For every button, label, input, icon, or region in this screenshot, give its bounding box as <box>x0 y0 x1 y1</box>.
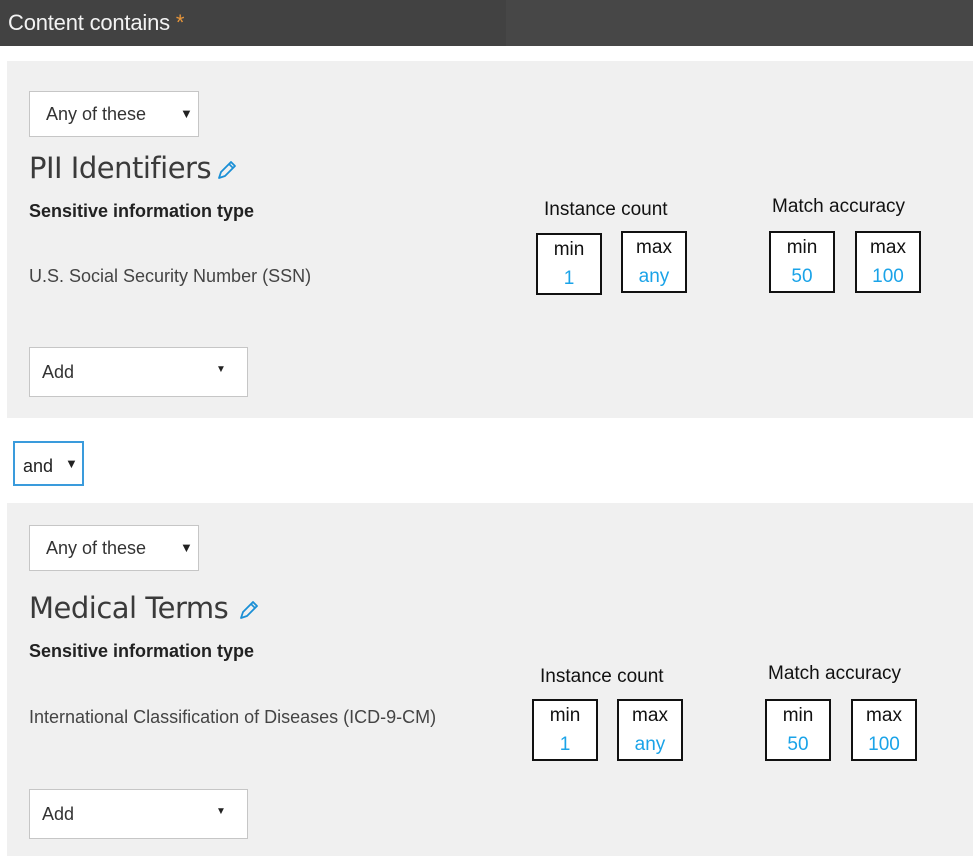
add-label: Add <box>42 362 75 382</box>
max-label: max <box>866 705 902 726</box>
max-label: max <box>636 237 672 258</box>
condition-group-medical: Any of these ▼ Medical Terms Sensitive i… <box>7 503 973 856</box>
match-accuracy-label: Match accuracy <box>772 196 906 217</box>
max-label: max <box>870 237 906 258</box>
match-mode-label: Any of these <box>46 104 147 124</box>
min-value: 1 <box>563 268 575 289</box>
caret-down-icon: ▼ <box>216 364 226 375</box>
max-value: any <box>638 266 670 287</box>
column-header-sensitive-type: Sensitive information type <box>29 641 255 661</box>
max-label: max <box>632 705 668 726</box>
pencil-icon[interactable] <box>238 599 260 621</box>
caret-down-icon: ▼ <box>65 456 78 471</box>
section-title: Content contains * <box>8 10 185 35</box>
min-label: min <box>553 239 585 260</box>
match-mode-dropdown[interactable]: Any of these ▼ <box>29 525 199 571</box>
caret-down-icon: ▼ <box>180 540 193 555</box>
group-title: Medical Terms <box>29 591 229 625</box>
add-type-dropdown[interactable]: Add ▼ <box>29 789 248 839</box>
min-label: min <box>782 705 814 726</box>
min-label: min <box>549 705 581 726</box>
instance-max-field[interactable]: max any <box>617 699 683 761</box>
instance-min-field[interactable]: min 1 <box>532 699 598 761</box>
sensitive-type-name: International Classification of Diseases… <box>29 707 437 727</box>
match-mode-label: Any of these <box>46 538 147 558</box>
max-value: 100 <box>868 734 900 755</box>
condition-group-pii: Any of these ▼ PII Identifiers Sensitive… <box>7 61 973 418</box>
accuracy-min-field[interactable]: min 50 <box>769 231 835 293</box>
caret-down-icon: ▼ <box>216 806 226 817</box>
accuracy-min-field[interactable]: min 50 <box>765 699 831 761</box>
add-type-dropdown[interactable]: Add ▼ <box>29 347 248 397</box>
sensitive-type-name: U.S. Social Security Number (SSN) <box>29 266 312 286</box>
min-value: 50 <box>787 734 809 755</box>
instance-count-label: Instance count <box>540 666 664 687</box>
accuracy-max-field[interactable]: max 100 <box>851 699 917 761</box>
max-value: any <box>634 734 666 755</box>
max-value: 100 <box>872 266 904 287</box>
pencil-icon[interactable] <box>216 159 238 181</box>
match-mode-dropdown[interactable]: Any of these ▼ <box>29 91 199 137</box>
min-value: 1 <box>559 734 571 755</box>
add-label: Add <box>42 804 75 824</box>
section-header: Content contains * <box>0 0 973 46</box>
required-marker: * <box>175 10 185 35</box>
min-value: 50 <box>791 266 813 287</box>
accuracy-max-field[interactable]: max 100 <box>855 231 921 293</box>
instance-count-label: Instance count <box>544 199 668 220</box>
min-label: min <box>786 237 818 258</box>
group-operator-dropdown[interactable]: and ▼ <box>13 441 84 486</box>
column-header-sensitive-type: Sensitive information type <box>29 201 255 221</box>
match-accuracy-label: Match accuracy <box>768 663 902 684</box>
operator-label: and <box>23 456 54 476</box>
group-title: PII Identifiers <box>29 151 212 185</box>
instance-max-field[interactable]: max any <box>621 231 687 293</box>
caret-down-icon: ▼ <box>180 106 193 121</box>
instance-min-field[interactable]: min 1 <box>536 233 602 295</box>
